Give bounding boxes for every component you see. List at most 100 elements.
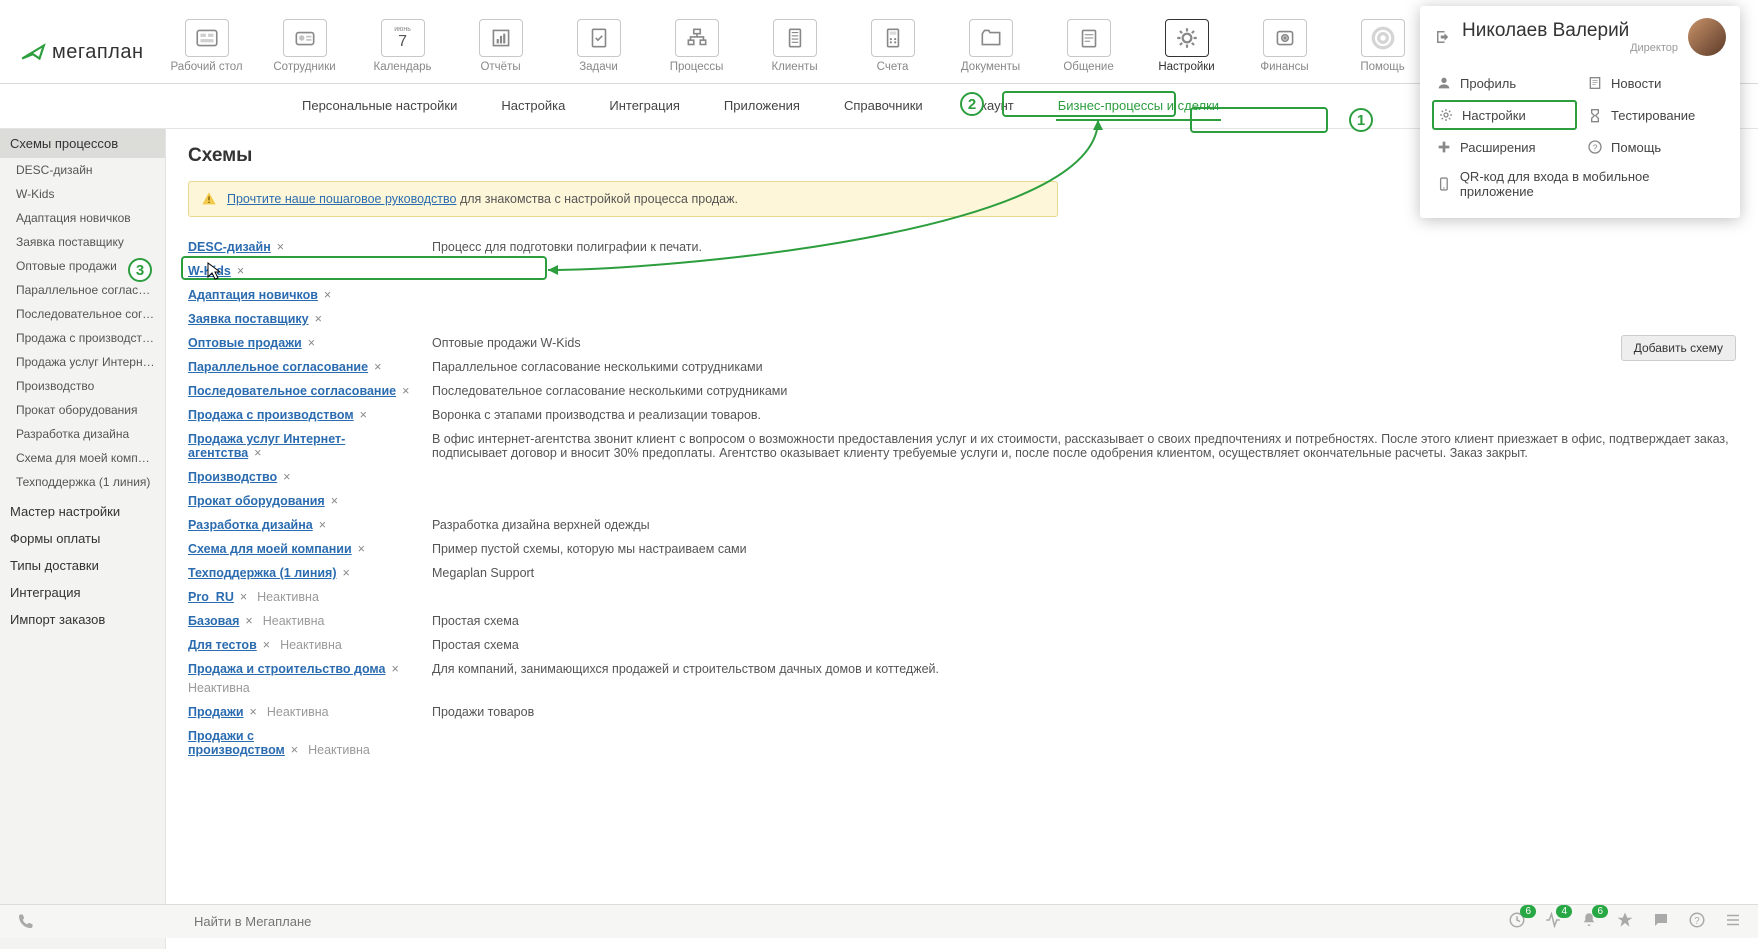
subnav-item[interactable]: Приложения [722, 92, 802, 120]
nav-Настройки[interactable]: Настройки [1152, 19, 1222, 79]
nav-Календарь[interactable]: июнь7Календарь [368, 19, 438, 79]
sidebar-item[interactable]: Интеграция [0, 579, 165, 606]
nav-Сотрудники[interactable]: Сотрудники [270, 19, 340, 79]
nav-Задачи[interactable]: Задачи [564, 19, 634, 79]
scheme-link[interactable]: DESC-дизайн [188, 240, 271, 254]
subnav-item[interactable]: Настройка [499, 92, 567, 120]
delete-icon[interactable]: × [283, 470, 290, 484]
sidebar-scheme-item[interactable]: Техподдержка (1 линия) [0, 470, 165, 494]
avatar[interactable] [1688, 18, 1726, 56]
nav-Отчёты[interactable]: Отчёты [466, 19, 536, 79]
scheme-link[interactable]: Продажа услуг Интернет-агентства [188, 432, 345, 460]
nav-Рабочий стол[interactable]: Рабочий стол [172, 19, 242, 79]
sidebar-scheme-item[interactable]: W-Kids [0, 182, 165, 206]
user-menu-item[interactable]: ?Помощь [1583, 134, 1728, 160]
sidebar-scheme-item[interactable]: DESC-дизайн [0, 158, 165, 182]
sidebar-scheme-item[interactable]: Прокат оборудования [0, 398, 165, 422]
delete-icon[interactable]: × [374, 360, 381, 374]
user-menu-item[interactable]: Тестирование [1583, 100, 1728, 130]
scheme-link[interactable]: Продажи [188, 705, 244, 719]
help-icon[interactable]: ? [1688, 911, 1706, 932]
sidebar-group-header[interactable]: Схемы процессов [0, 129, 165, 158]
subnav-item[interactable]: Справочники [842, 92, 925, 120]
sidebar-item[interactable]: Мастер настройки [0, 498, 165, 525]
scheme-link[interactable]: Оптовые продажи [188, 336, 302, 350]
sidebar-scheme-item[interactable]: Последовательное согласов... [0, 302, 165, 326]
sidebar-scheme-item[interactable]: Производство [0, 374, 165, 398]
scheme-link[interactable]: Продажи с производством [188, 729, 285, 757]
logo[interactable]: мегаплан [20, 39, 144, 65]
delete-icon[interactable]: × [254, 446, 261, 460]
scheme-link[interactable]: Разработка дизайна [188, 518, 313, 532]
scheme-link[interactable]: Заявка поставщику [188, 312, 309, 326]
delete-icon[interactable]: × [391, 662, 398, 676]
phone-icon[interactable] [16, 913, 34, 931]
scheme-link[interactable]: Схема для моей компании [188, 542, 352, 556]
delete-icon[interactable]: × [343, 566, 350, 580]
nav-Клиенты[interactable]: Клиенты [760, 19, 830, 79]
nav-Документы[interactable]: Документы [956, 19, 1026, 79]
delete-icon[interactable]: × [360, 408, 367, 422]
subnav-item[interactable]: Бизнес-процессы и сделки [1056, 92, 1221, 121]
user-menu-item[interactable]: Новости [1583, 70, 1728, 96]
bell-icon[interactable]: 6 [1580, 911, 1598, 932]
exit-icon[interactable] [1434, 28, 1452, 46]
delete-icon[interactable]: × [324, 288, 331, 302]
delete-icon[interactable]: × [402, 384, 409, 398]
user-menu-item[interactable]: Расширения [1432, 134, 1577, 160]
search-input[interactable] [192, 913, 492, 930]
user-menu-item[interactable]: Профиль [1432, 70, 1577, 96]
scheme-link[interactable]: Параллельное согласование [188, 360, 368, 374]
scheme-link[interactable]: Базовая [188, 614, 239, 628]
delete-icon[interactable]: × [245, 614, 252, 628]
sidebar-item[interactable]: Формы оплаты [0, 525, 165, 552]
scheme-link[interactable]: Продажа с производством [188, 408, 354, 422]
sidebar-item[interactable]: Импорт заказов [0, 606, 165, 633]
sidebar-scheme-item[interactable]: Продажа услуг Интернет-аге... [0, 350, 165, 374]
scheme-link[interactable]: Адаптация новичков [188, 288, 318, 302]
scheme-link[interactable]: Последовательное согласование [188, 384, 396, 398]
nav-Счета[interactable]: Счета [858, 19, 928, 79]
user-menu-qr[interactable]: QR-код для входа в мобильное приложение [1432, 164, 1728, 204]
user-menu-item[interactable]: Настройки [1432, 100, 1577, 130]
nav-Общение[interactable]: Общение [1054, 19, 1124, 79]
delete-icon[interactable]: × [331, 494, 338, 508]
scheme-link[interactable]: Продажа и строительство дома [188, 662, 385, 676]
subnav-item[interactable]: Персональные настройки [300, 92, 459, 120]
delete-icon[interactable]: × [263, 638, 270, 652]
delete-icon[interactable]: × [315, 312, 322, 326]
menu-icon[interactable] [1724, 911, 1742, 932]
nav-Процессы[interactable]: Процессы [662, 19, 732, 79]
delete-icon[interactable]: × [250, 705, 257, 719]
delete-icon[interactable]: × [358, 542, 365, 556]
scheme-link[interactable]: Прокат оборудования [188, 494, 325, 508]
scheme-link[interactable]: W-Kids [188, 264, 231, 278]
scheme-link[interactable]: Производство [188, 470, 277, 484]
subnav-item[interactable]: Интеграция [607, 92, 682, 120]
delete-icon[interactable]: × [319, 518, 326, 532]
delete-icon[interactable]: × [291, 743, 298, 757]
delete-icon[interactable]: × [240, 590, 247, 604]
chat-icon[interactable] [1652, 911, 1670, 932]
scheme-link[interactable]: Pro_RU [188, 590, 234, 604]
sidebar-scheme-item[interactable]: Схема для моей компании [0, 446, 165, 470]
scheme-link[interactable]: Техподдержка (1 линия) [188, 566, 337, 580]
clock-icon[interactable]: 6 [1508, 911, 1526, 932]
sidebar-item[interactable]: Типы доставки [0, 552, 165, 579]
nav-Помощь[interactable]: Помощь [1348, 19, 1418, 79]
guide-link[interactable]: Прочтите наше пошаговое руководство [227, 192, 457, 206]
nav-Финансы[interactable]: Финансы [1250, 19, 1320, 79]
add-scheme-button[interactable]: Добавить схему [1621, 335, 1736, 361]
sidebar-scheme-item[interactable]: Оптовые продажи [0, 254, 165, 278]
delete-icon[interactable]: × [237, 264, 244, 278]
sidebar-scheme-item[interactable]: Разработка дизайна [0, 422, 165, 446]
delete-icon[interactable]: × [277, 240, 284, 254]
delete-icon[interactable]: × [308, 336, 315, 350]
scheme-link[interactable]: Для тестов [188, 638, 257, 652]
subnav-item[interactable]: Аккаунт [965, 92, 1016, 120]
sidebar-scheme-item[interactable]: Адаптация новичков [0, 206, 165, 230]
sidebar-scheme-item[interactable]: Параллельное согласование [0, 278, 165, 302]
sidebar-scheme-item[interactable]: Продажа с производством [0, 326, 165, 350]
activity-icon[interactable]: 4 [1544, 911, 1562, 932]
star-icon[interactable] [1616, 911, 1634, 932]
